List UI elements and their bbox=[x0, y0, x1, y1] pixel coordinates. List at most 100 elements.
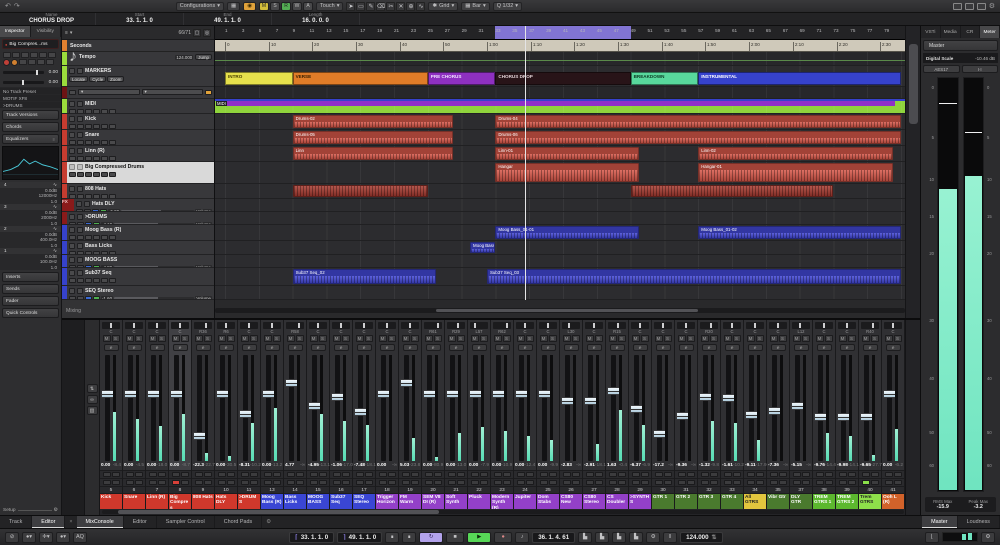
channel-fader[interactable] bbox=[399, 353, 421, 463]
track-row-bass-licks[interactable]: Bass Licks bbox=[62, 241, 214, 255]
channel-fader[interactable] bbox=[261, 353, 283, 463]
channel-monitor-button[interactable] bbox=[631, 472, 640, 477]
channel-fader[interactable] bbox=[169, 353, 191, 463]
channel-monitor-button[interactable] bbox=[447, 472, 456, 477]
channel-monitor-button[interactable] bbox=[470, 472, 479, 477]
channel-edit-button[interactable]: e bbox=[655, 344, 671, 351]
channel-5[interactable]: C M Se 0.00 -8.4 5 Kick bbox=[100, 320, 123, 509]
track-volume-value[interactable]: -1.60 bbox=[101, 296, 114, 299]
punch-out-button[interactable]: ∎ bbox=[402, 531, 417, 543]
channel-listen-button[interactable] bbox=[525, 472, 534, 477]
markers-locate-button[interactable]: Locate bbox=[69, 76, 89, 82]
write-button[interactable] bbox=[30, 52, 38, 58]
channel-monitor-button[interactable] bbox=[148, 472, 157, 477]
channel-6[interactable]: C M Se 0.00 -4.5 6 Snare bbox=[123, 320, 146, 509]
tool-6-icon[interactable]: ⊕ bbox=[406, 1, 416, 11]
add-track-icon[interactable]: ▢ bbox=[193, 28, 201, 37]
track-button[interactable] bbox=[109, 140, 116, 145]
channel-19[interactable]: C M Se 5.03 -23.8 19 FM Warm bbox=[399, 320, 422, 509]
edit-button[interactable] bbox=[39, 52, 47, 58]
track-power-button[interactable] bbox=[100, 209, 107, 211]
channel-solo-button[interactable]: S bbox=[847, 335, 856, 342]
channel-name[interactable]: Snare bbox=[123, 493, 145, 509]
channel-listen-button[interactable] bbox=[157, 472, 166, 477]
right-tab-meter[interactable]: Meter bbox=[980, 26, 1000, 38]
track-record-button[interactable] bbox=[69, 235, 76, 240]
right-tab-cr[interactable]: CR bbox=[961, 26, 981, 38]
channel-monitor-button[interactable] bbox=[792, 472, 801, 477]
track-monitor-button[interactable] bbox=[77, 265, 84, 267]
channel-record-button[interactable] bbox=[217, 480, 226, 485]
channel-edit-button[interactable]: e bbox=[126, 344, 142, 351]
window-zone-right-button[interactable] bbox=[976, 2, 986, 10]
track-monitor-button[interactable] bbox=[77, 251, 84, 254]
track-mute-button[interactable] bbox=[69, 243, 75, 249]
clip-linn-02[interactable]: Linn-02 bbox=[698, 147, 893, 160]
clip-moog-bass-01-01[interactable]: Moog Bass_01-01 bbox=[495, 226, 640, 239]
channel-fader[interactable] bbox=[307, 353, 329, 463]
pan-control[interactable] bbox=[400, 322, 420, 329]
right-tab-vsti[interactable]: VSTi bbox=[921, 26, 941, 38]
markers-zoom-button[interactable]: Zoom bbox=[107, 76, 125, 82]
track-solo-button[interactable] bbox=[77, 288, 83, 294]
channel-fader[interactable] bbox=[537, 353, 559, 463]
marker-breakdown[interactable]: BREAKDOWN bbox=[630, 72, 699, 85]
volume-value[interactable]: -7.36 bbox=[768, 463, 779, 470]
clip-drums-04[interactable]: Drums-04 bbox=[495, 115, 901, 128]
track-button[interactable] bbox=[93, 278, 100, 283]
channel-record-button[interactable] bbox=[608, 480, 617, 485]
volume-value[interactable]: 0.00 bbox=[124, 463, 133, 470]
track-button[interactable] bbox=[93, 194, 100, 198]
channel-auto-button[interactable] bbox=[318, 480, 327, 485]
mixer-horizontal-scrollbar[interactable] bbox=[102, 510, 904, 514]
track-volume-value[interactable]: -4.80 bbox=[101, 265, 114, 267]
channel-solo-button[interactable]: S bbox=[341, 335, 350, 342]
channel-solo-button[interactable]: S bbox=[755, 335, 764, 342]
channel-monitor-button[interactable] bbox=[815, 472, 824, 477]
channel-monitor-button[interactable] bbox=[125, 472, 134, 477]
pan-control[interactable] bbox=[607, 322, 627, 329]
section-track-versions[interactable]: Track Versions bbox=[2, 110, 59, 120]
mixer-link-button[interactable]: ∞ bbox=[86, 395, 98, 404]
channel-monitor-button[interactable] bbox=[769, 472, 778, 477]
pan-control[interactable] bbox=[331, 322, 351, 329]
marker-pre-chorus[interactable]: PRE CHORUS bbox=[427, 72, 496, 85]
channel-mute-button[interactable]: M bbox=[838, 335, 847, 342]
track-power-button[interactable] bbox=[93, 296, 100, 299]
monitor-button[interactable] bbox=[11, 59, 18, 66]
channel-21[interactable]: R29 M Se 0.00 -13.0 21 Soft Synth bbox=[445, 320, 468, 509]
channel-record-button[interactable] bbox=[171, 480, 180, 485]
channel-edit-button[interactable]: e bbox=[632, 344, 648, 351]
channel-23[interactable]: R62 M Se 0.00 -10.9 23 Modern Synth (R) bbox=[491, 320, 514, 509]
marker-chorus-drop[interactable]: CHORUS DROP bbox=[495, 72, 631, 85]
channel-fader[interactable] bbox=[514, 353, 536, 463]
volume-value[interactable]: -9.11 bbox=[745, 463, 756, 470]
channel-auto-button[interactable] bbox=[249, 480, 258, 485]
channel-14[interactable]: R58 M Se 4.77 -∞ 14 Bass Licks bbox=[284, 320, 307, 509]
channel-fader[interactable] bbox=[882, 353, 904, 463]
channel-auto-button[interactable] bbox=[111, 480, 120, 485]
channel-monitor-button[interactable] bbox=[516, 472, 525, 477]
channel-solo-button[interactable]: S bbox=[456, 335, 465, 342]
track-row-markers[interactable]: MARKERS Locate Cycle Zoom bbox=[62, 66, 214, 87]
track-solo-button[interactable] bbox=[77, 227, 83, 233]
channel-mute-button[interactable]: M bbox=[654, 335, 663, 342]
track-solo-button[interactable] bbox=[77, 270, 83, 276]
channel-auto-button[interactable] bbox=[801, 480, 810, 485]
channel-monitor-button[interactable] bbox=[194, 472, 203, 477]
channel-record-button[interactable] bbox=[470, 480, 479, 485]
channel-mute-button[interactable]: M bbox=[723, 335, 732, 342]
channel-listen-button[interactable] bbox=[870, 472, 879, 477]
track-record-button[interactable] bbox=[69, 278, 76, 283]
channel-11[interactable]: C M Se -8.31 -10.2 11 >DRUMS bbox=[238, 320, 261, 509]
channel-listen-button[interactable] bbox=[111, 472, 120, 477]
volume-value[interactable]: -7.48 bbox=[354, 463, 365, 470]
channel-button[interactable] bbox=[46, 59, 54, 65]
snap-type-dropdown[interactable]: ✱ Grid ▾ bbox=[428, 1, 459, 11]
channel-mute-button[interactable]: M bbox=[792, 335, 801, 342]
channel-name[interactable]: CS Doubler bbox=[606, 493, 628, 509]
channel-monitor-button[interactable] bbox=[723, 472, 732, 477]
channel-record-button[interactable] bbox=[447, 480, 456, 485]
channel-monitor-button[interactable] bbox=[539, 472, 548, 477]
channel-monitor-button[interactable] bbox=[700, 472, 709, 477]
